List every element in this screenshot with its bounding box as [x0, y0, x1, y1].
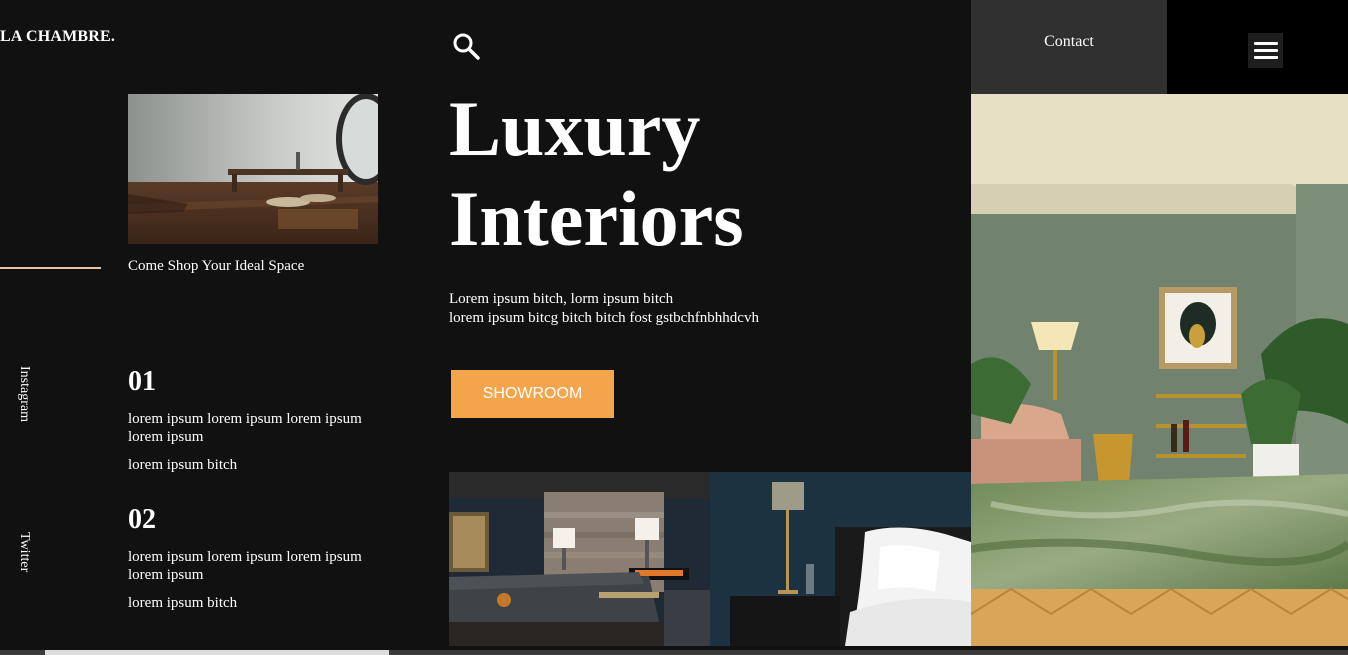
scrollbar-thumb[interactable] — [45, 650, 389, 655]
item-number: 02 — [128, 504, 156, 535]
contact-link[interactable]: Contact — [1044, 33, 1094, 51]
bedroom-image — [710, 472, 971, 646]
showroom-button[interactable]: SHOWROOM — [451, 370, 614, 418]
hamburger-menu-icon[interactable] — [1248, 33, 1283, 68]
menu-area — [1167, 0, 1348, 94]
instagram-link[interactable]: Instagram — [16, 366, 32, 422]
hero-title: Luxury Interiors — [449, 84, 744, 264]
item-subtext: lorem ipsum bitch — [128, 595, 238, 611]
hero-title-line1: Luxury — [449, 85, 701, 172]
item-description: lorem ipsum lorem ipsum lorem ipsum lore… — [128, 549, 362, 583]
brand-logo[interactable]: LA CHAMBRE. — [0, 28, 115, 46]
accent-divider — [0, 267, 101, 269]
hero-desc-line1: Lorem ipsum bitch, lorm ipsum bitch — [449, 291, 674, 307]
hero-desc-line2: lorem ipsum bitcg bitch bitch fost gstbc… — [449, 310, 759, 326]
hero-description: Lorem ipsum bitch, lorm ipsum bitch lore… — [449, 290, 759, 328]
item-subtext: lorem ipsum bitch — [128, 457, 238, 473]
hero-interior-image — [971, 94, 1348, 646]
horizontal-scrollbar[interactable] — [0, 650, 1348, 655]
twitter-link[interactable]: Twitter — [16, 532, 32, 572]
contact-nav: Contact — [971, 0, 1167, 94]
living-room-image — [449, 472, 710, 646]
featured-caption: Come Shop Your Ideal Space — [128, 258, 305, 274]
item-number: 01 — [128, 366, 156, 397]
item-description: lorem ipsum lorem ipsum lorem ipsum lore… — [128, 411, 362, 445]
search-icon[interactable] — [452, 32, 482, 62]
hero-title-line2: Interiors — [449, 175, 744, 262]
featured-room-image — [128, 94, 378, 244]
